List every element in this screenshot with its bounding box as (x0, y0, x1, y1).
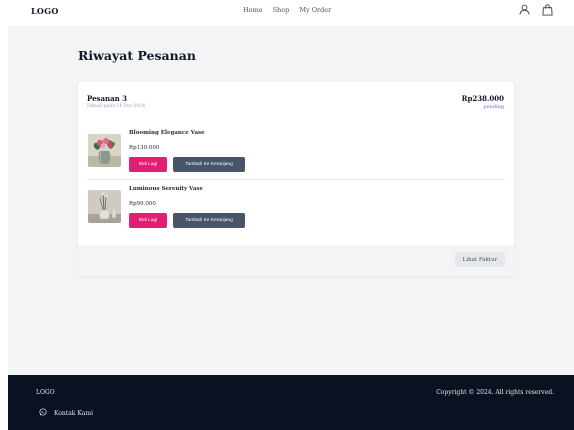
product-image-blooming-elegance-vase (88, 134, 121, 167)
add-to-cart-button[interactable]: Tambah Ke Keranjang (173, 213, 245, 228)
top-navbar: LOGO Home Shop My Order (0, 0, 574, 26)
whatsapp-icon (39, 408, 47, 418)
item-name: Luminous Serenity Vase (129, 186, 203, 192)
item-name: Blooming Elegance Vase (129, 130, 205, 136)
item-price: Rp99.000 (129, 201, 156, 207)
contact-label: Kontak Kami (54, 409, 93, 417)
status-badge: pending (483, 104, 504, 110)
contact-link[interactable]: Kontak Kami (39, 408, 93, 418)
item-divider (87, 179, 505, 180)
order-card-footer: Lihat Faktur (78, 245, 514, 276)
order-item: Blooming Elegance Vase Rp139.000 Beli La… (88, 130, 504, 178)
item-price: Rp139.000 (129, 145, 160, 151)
logo[interactable]: LOGO (31, 6, 59, 16)
main-content: Riwayat Pesanan Pesanan 3 Dibuat pada 14… (8, 26, 574, 375)
main-nav: Home Shop My Order (243, 6, 331, 14)
nav-my-order-link[interactable]: My Order (299, 6, 331, 14)
buy-again-button[interactable]: Beli Lagi (129, 213, 167, 228)
view-invoice-button[interactable]: Lihat Faktur (455, 252, 505, 267)
user-icon[interactable] (519, 4, 530, 16)
add-to-cart-button[interactable]: Tambah Ke Keranjang (173, 157, 245, 172)
site-footer: LOGO Copyright © 2024. All rights reserv… (8, 375, 574, 430)
order-card: Pesanan 3 Dibuat pada 14 Dec 2024 Rp238.… (78, 82, 514, 276)
shopping-bag-icon[interactable] (542, 4, 553, 16)
order-item: Luminous Serenity Vase Rp99.000 Beli Lag… (88, 186, 504, 234)
page-title: Riwayat Pesanan (78, 48, 196, 63)
nav-home-link[interactable]: Home (243, 6, 263, 14)
footer-logo[interactable]: LOGO (36, 389, 55, 396)
nav-shop-link[interactable]: Shop (273, 6, 290, 14)
order-title: Pesanan 3 (87, 94, 128, 103)
copyright-text: Copyright © 2024. All rights reserved. (436, 389, 554, 396)
order-date: Dibuat pada 14 Dec 2024 (87, 104, 146, 109)
order-total: Rp238.000 (461, 94, 504, 103)
product-image-luminous-serenity-vase (88, 190, 121, 223)
header-actions (519, 4, 553, 16)
buy-again-button[interactable]: Beli Lagi (129, 157, 167, 172)
